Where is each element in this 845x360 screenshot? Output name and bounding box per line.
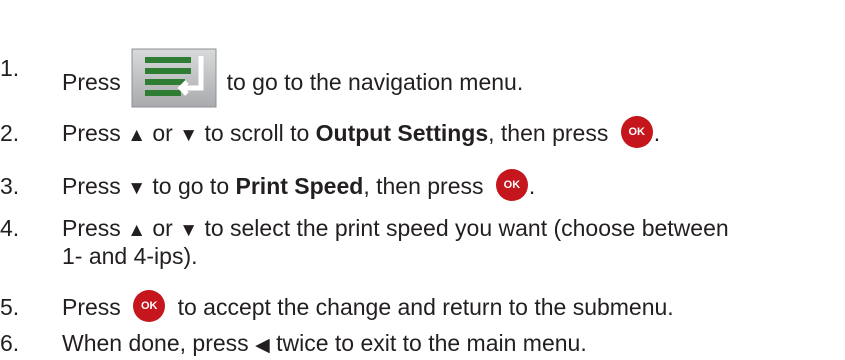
- step-number: 5.: [0, 294, 20, 320]
- left-arrow-icon: ◀: [255, 335, 270, 356]
- ok-button-icon: OK: [495, 169, 528, 201]
- navigation-menu-icon: [131, 48, 217, 108]
- step-text: , then press: [363, 173, 484, 200]
- step-text: to select the print speed you want (choo…: [204, 215, 729, 241]
- step-text: 1- and 4-ips).: [62, 243, 198, 269]
- step-text: to go to: [152, 173, 230, 200]
- step-number: 2.: [0, 120, 20, 146]
- up-arrow-icon: ▲: [127, 220, 146, 241]
- ok-button-icon: OK: [133, 290, 166, 322]
- menu-item-name: Print Speed: [235, 173, 364, 200]
- down-arrow-icon: ▼: [127, 178, 146, 200]
- down-arrow-icon: ▼: [179, 125, 199, 147]
- step-text: Press: [62, 294, 121, 321]
- menu-item-name: Output Settings: [315, 120, 489, 147]
- step-text: to accept the change and return to the s…: [177, 294, 674, 321]
- step-text: , then press: [488, 120, 609, 147]
- step-text: twice to exit to the main menu.: [276, 330, 587, 356]
- step-text: Press: [62, 215, 121, 241]
- step-text: Press: [62, 69, 121, 96]
- down-arrow-icon: ▼: [179, 220, 199, 241]
- up-arrow-icon: ▲: [127, 125, 146, 147]
- step-text: to go to the navigation menu.: [226, 69, 524, 96]
- ok-button-icon: OK: [620, 116, 653, 148]
- step-text: .: [653, 120, 661, 147]
- step-number: 6.: [0, 330, 20, 356]
- step-text: or: [152, 120, 173, 147]
- instruction-list: 1. Press to go to the navigation menu. 2…: [0, 0, 845, 360]
- step-text: Press: [62, 120, 121, 147]
- step-number: 4.: [0, 215, 20, 241]
- step-number: 3.: [0, 173, 20, 199]
- step-text: When done, press: [62, 330, 249, 356]
- step-number: 1.: [0, 55, 20, 81]
- step-text: to scroll to: [204, 120, 310, 147]
- step-text: .: [528, 173, 536, 200]
- step-text: or: [152, 215, 173, 241]
- step-text: Press: [62, 173, 121, 200]
